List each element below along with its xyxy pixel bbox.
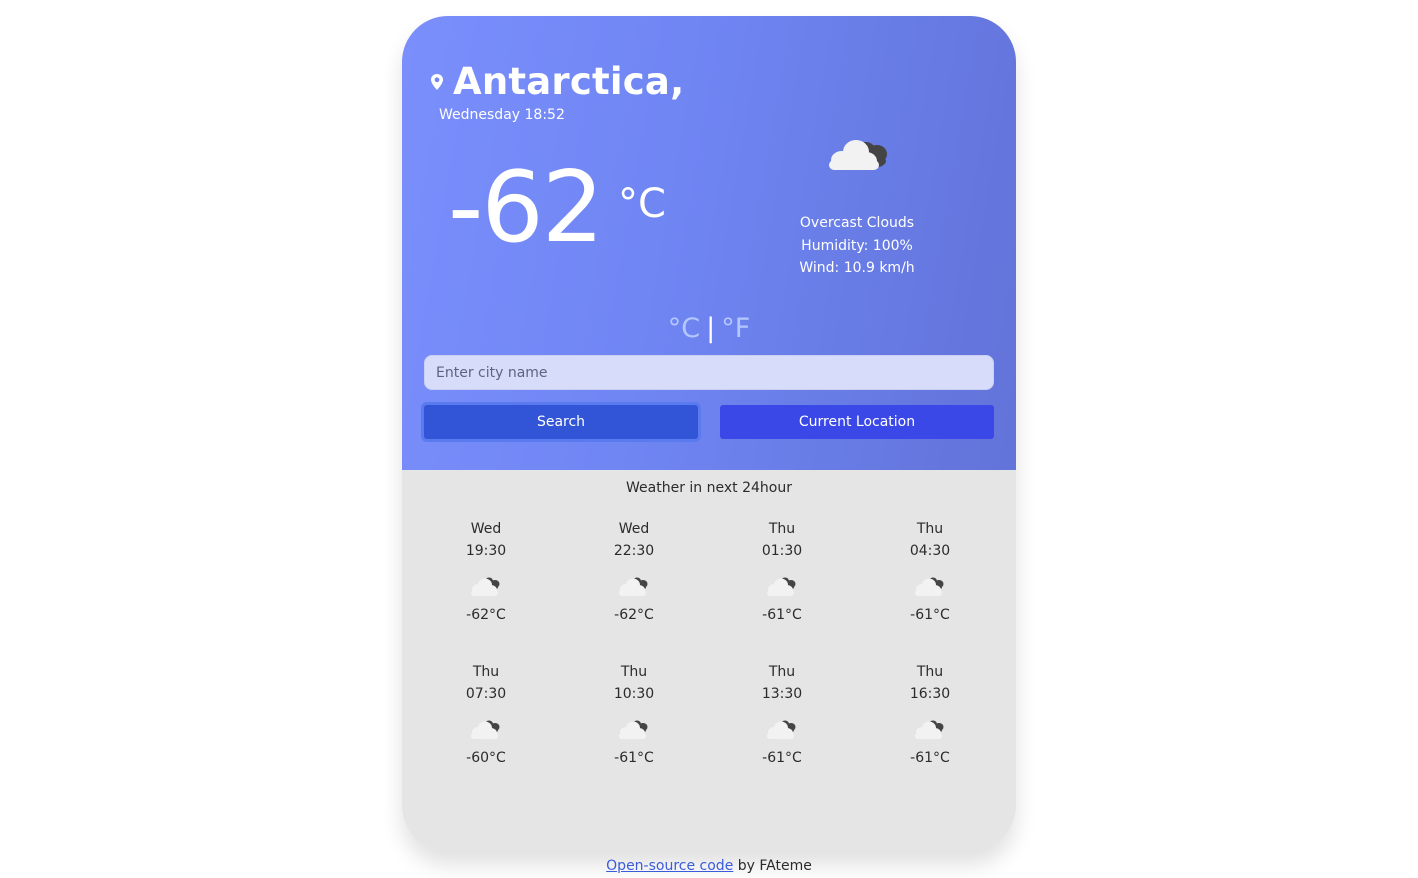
- overcast-clouds-icon: [619, 577, 648, 596]
- forecast-time: 04:30: [909, 543, 951, 559]
- overcast-clouds-icon: [767, 577, 796, 596]
- forecast-temperature: -62°C: [466, 607, 506, 623]
- forecast-day: Wed: [470, 521, 502, 537]
- celsius-toggle[interactable]: °C: [668, 313, 700, 344]
- forecast-day: Wed: [618, 521, 650, 537]
- forecast-day: Thu: [768, 521, 796, 537]
- forecast-time: 19:30: [465, 543, 507, 559]
- overcast-clouds-icon: [767, 720, 796, 739]
- humidity-text: Humidity: 100%: [801, 237, 913, 254]
- forecast-grid: Wed 19:30 -62°C Wed 22:30 -62°C Thu 01:30 -61°C T…: [412, 518, 1004, 804]
- current-location-button[interactable]: Current Location: [720, 405, 994, 439]
- forecast-item: Thu 04:30 -61°C: [856, 518, 1004, 661]
- unit-separator: |: [706, 313, 716, 344]
- forecast-temperature: -61°C: [762, 750, 802, 766]
- forecast-time: 22:30: [613, 543, 655, 559]
- overcast-clouds-icon: [619, 720, 648, 739]
- forecast-item: Wed 19:30 -62°C: [412, 518, 560, 661]
- overcast-clouds-icon: [915, 720, 944, 739]
- search-button[interactable]: Search: [424, 405, 698, 439]
- footer-author: by FAteme: [733, 858, 812, 874]
- forecast-item: Thu 01:30 -61°C: [708, 518, 856, 661]
- current-weather-panel: Antarctica, Wednesday 18:52 -62 °C Overc…: [402, 16, 1016, 470]
- forecast-time: 01:30: [761, 543, 803, 559]
- condition-text: Overcast Clouds: [799, 215, 915, 231]
- footer: Open-source code by FAteme: [0, 858, 1418, 874]
- forecast-item: Thu 16:30 -61°C: [856, 661, 1004, 804]
- weather-details: Overcast Clouds Humidity: 100% Wind: 10.…: [757, 212, 957, 280]
- forecast-temperature: -60°C: [466, 750, 506, 766]
- forecast-day: Thu: [620, 664, 648, 680]
- location-header: Antarctica,: [430, 60, 684, 103]
- weather-card: Antarctica, Wednesday 18:52 -62 °C Overc…: [402, 16, 1016, 851]
- location-pin-icon: [431, 73, 443, 90]
- forecast-item: Thu 10:30 -61°C: [560, 661, 708, 804]
- forecast-day: Thu: [472, 664, 500, 680]
- forecast-item: Wed 22:30 -62°C: [560, 518, 708, 661]
- current-temperature: -62: [448, 151, 604, 265]
- fahrenheit-toggle[interactable]: °F: [721, 313, 750, 344]
- forecast-temperature: -61°C: [614, 750, 654, 766]
- overcast-clouds-icon: [471, 720, 500, 739]
- forecast-day: Thu: [768, 664, 796, 680]
- source-code-link[interactable]: Open-source code: [606, 858, 733, 874]
- unit-toggle: °C | °F: [402, 313, 1016, 344]
- overcast-clouds-icon: [915, 577, 944, 596]
- overcast-clouds-icon: [471, 577, 500, 596]
- forecast-temperature: -61°C: [910, 750, 950, 766]
- temperature-unit: °C: [618, 181, 666, 227]
- forecast-time: 07:30: [465, 686, 507, 702]
- overcast-clouds-icon: [829, 140, 887, 170]
- forecast-temperature: -62°C: [614, 607, 654, 623]
- forecast-item: Thu 07:30 -60°C: [412, 661, 560, 804]
- forecast-time: 16:30: [909, 686, 951, 702]
- forecast-day: Thu: [916, 664, 944, 680]
- city-search-input[interactable]: [424, 355, 994, 390]
- forecast-day: Thu: [916, 521, 944, 537]
- forecast-time: 10:30: [613, 686, 655, 702]
- city-name: Antarctica,: [453, 60, 685, 103]
- wind-text: Wind: 10.9 km/h: [799, 260, 915, 276]
- current-datetime: Wednesday 18:52: [439, 107, 565, 123]
- forecast-item: Thu 13:30 -61°C: [708, 661, 856, 804]
- forecast-temperature: -61°C: [910, 607, 950, 623]
- forecast-title: Weather in next 24hour: [626, 480, 792, 496]
- forecast-time: 13:30: [761, 686, 803, 702]
- forecast-temperature: -61°C: [762, 607, 802, 623]
